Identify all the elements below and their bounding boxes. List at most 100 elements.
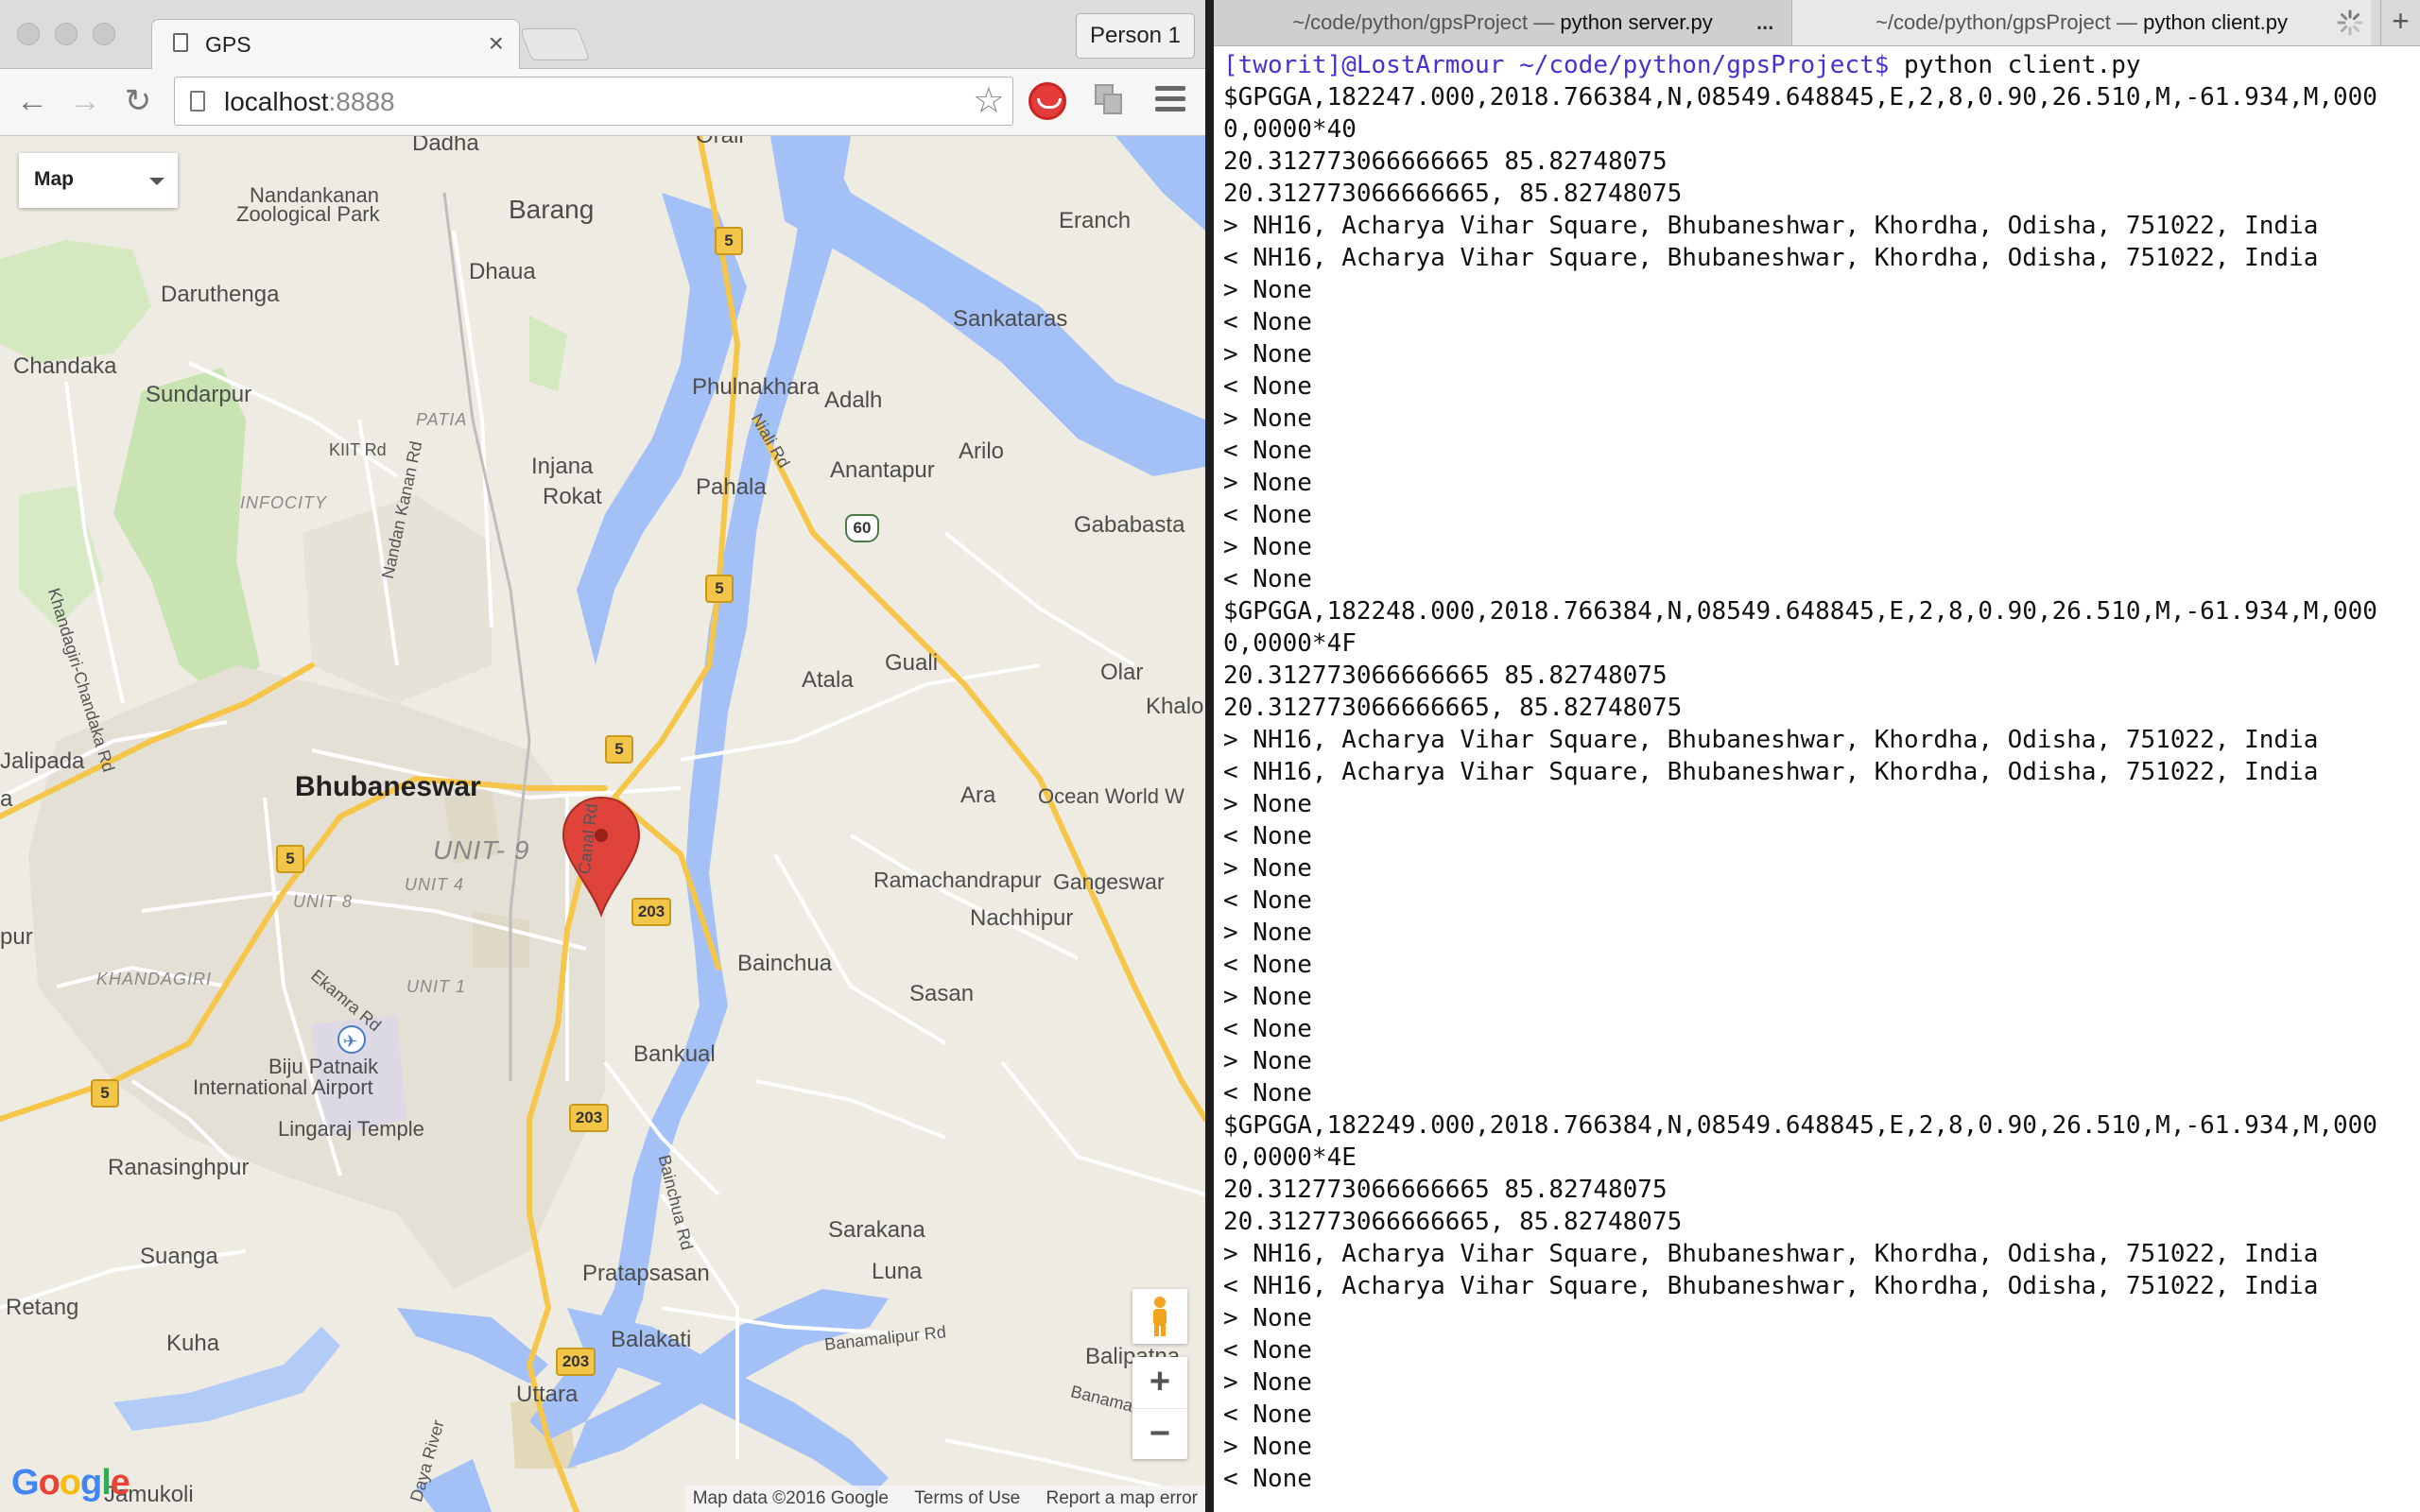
google-logo[interactable]: Google [11, 1463, 130, 1503]
terminal-line: $GPGGA,182249.000,2018.766384,N,08549.64… [1223, 1111, 2377, 1140]
new-tab-button[interactable] [519, 28, 591, 60]
terminal-line: 0,0000*4F [1223, 629, 1357, 658]
map-label-luna: Luna [872, 1259, 923, 1284]
terminal-output[interactable]: [tworit]@LostArmour ~/code/python/gpsPro… [1223, 49, 2407, 1495]
map-label-guali: Guali [885, 650, 939, 676]
terminal-line: < None [1223, 822, 1312, 850]
address-bar[interactable]: localhost:8888 ☆ [174, 77, 1013, 126]
terminal-line: > None [1223, 404, 1312, 433]
map-label-gangeswar: Gangeswar [1053, 869, 1165, 894]
map-label-atala: Atala [802, 667, 854, 693]
highway-shield-203: 203 [631, 898, 671, 926]
map-label-zoo: Zoological Park [236, 202, 380, 226]
extension-gray-icon[interactable] [1095, 84, 1123, 118]
terminal-line: < NH16, Acharya Vihar Square, Bhubaneshw… [1223, 758, 2319, 786]
terminal-line: < None [1223, 308, 1312, 336]
browser-tab-strip: GPS × Person 1 [0, 0, 1205, 69]
reload-button[interactable]: ↻ [119, 82, 157, 120]
terminal-line: < None [1223, 886, 1312, 915]
window-minimize-button[interactable] [55, 23, 78, 45]
google-map[interactable]: ✈ Dadha Nandankanan Zoological Park Bara… [0, 136, 1205, 1512]
map-label-unit8: UNIT 8 [293, 892, 354, 911]
map-label-pratapsasan: Pratapsasan [582, 1261, 710, 1286]
terminal-line: < None [1223, 1465, 1312, 1493]
forward-button[interactable]: → [66, 82, 104, 120]
map-label-ara: Ara [960, 782, 996, 808]
terminal-tab-server[interactable]: ~/code/python/gpsProject — python server… [1214, 0, 1792, 45]
terms-of-use-link[interactable]: Terms of Use [914, 1488, 1020, 1508]
map-label-lingaraj: Lingaraj Temple [278, 1117, 424, 1141]
terminal-line: < None [1223, 1079, 1312, 1108]
terminal-line: > None [1223, 790, 1312, 818]
dropdown-caret-icon [149, 178, 164, 185]
shell-prompt: [tworit]@LostArmour ~/code/python/gpsPro… [1223, 51, 1890, 79]
highway-shield-5: 5 [715, 227, 743, 255]
tab-close-icon[interactable]: × [489, 28, 504, 59]
map-label-bankual: Bankual [633, 1041, 716, 1067]
terminal-line: < None [1223, 501, 1312, 529]
map-label-jalipada: Jalipada [0, 748, 85, 774]
browser-window: GPS × Person 1 ← → ↻ localhost:8888 ☆ ✈ … [0, 0, 1205, 1512]
report-map-error-link[interactable]: Report a map error [1046, 1488, 1198, 1508]
map-label-dadha: Dadha [412, 136, 479, 156]
terminal-tab-client[interactable]: ~/code/python/gpsProject — python client… [1792, 0, 2371, 45]
browser-tab-gps[interactable]: GPS × [151, 19, 520, 69]
map-type-label: Map [34, 168, 74, 190]
map-label-daruthenga: Daruthenga [161, 282, 280, 307]
street-view-pegman-icon[interactable] [1132, 1289, 1187, 1344]
terminal-line: < None [1223, 372, 1312, 401]
terminal-line: < None [1223, 1015, 1312, 1043]
map-label-suanga: Suanga [140, 1244, 218, 1269]
map-label-unit9: UNIT- 9 [433, 835, 530, 865]
map-label-ramachandrapur: Ramachandrapur [873, 868, 1042, 892]
map-label-barang: Barang [509, 195, 595, 224]
map-label-khandagiri: KHANDAGIRI [96, 970, 213, 988]
terminal-line: < None [1223, 951, 1312, 979]
map-label-unit4: UNIT 4 [405, 875, 465, 894]
extension-red-icon[interactable] [1028, 82, 1066, 120]
terminal-line: > None [1223, 1368, 1312, 1397]
terminal-line: < NH16, Acharya Vihar Square, Bhubaneshw… [1223, 244, 2319, 272]
highway-shield-5: 5 [605, 735, 633, 764]
window-close-button[interactable] [17, 23, 40, 45]
window-zoom-button[interactable] [93, 23, 115, 45]
terminal-line: < NH16, Acharya Vihar Square, Bhubaneshw… [1223, 1272, 2319, 1300]
terminal-line: > None [1223, 340, 1312, 369]
map-label-pur: pur [0, 924, 33, 950]
map-label-arilo: Arilo [959, 438, 1005, 464]
shell-command: python client.py [1889, 51, 2141, 79]
map-label-chandaka: Chandaka [13, 353, 117, 379]
terminal-output-lines: $GPGGA,182247.000,2018.766384,N,08549.64… [1223, 83, 2377, 1493]
terminal-line: > NH16, Acharya Vihar Square, Bhubaneshw… [1223, 212, 2319, 240]
google-logo-letter: e [110, 1463, 130, 1503]
back-button[interactable]: ← [13, 82, 51, 120]
url-host: localhost [224, 87, 329, 116]
highway-shield-5: 5 [276, 845, 304, 873]
map-label-kuha: Kuha [166, 1331, 220, 1356]
chrome-menu-icon[interactable] [1155, 86, 1187, 114]
map-label-eranch: Eranch [1059, 208, 1132, 233]
terminal-line: 0,0000*40 [1223, 115, 1357, 144]
terminal-line: > None [1223, 276, 1312, 304]
terminal-line: $GPGGA,182247.000,2018.766384,N,08549.64… [1223, 83, 2377, 112]
page-info-icon[interactable] [190, 91, 205, 112]
map-label-dhaua: Dhaua [469, 259, 536, 284]
terminal-tab-command: python server.py [1560, 10, 1713, 34]
map-label-uttara: Uttara [516, 1382, 579, 1407]
new-terminal-tab-button[interactable]: + [2380, 0, 2420, 45]
url-text[interactable]: localhost:8888 [224, 87, 395, 117]
highway-shield-203: 203 [556, 1348, 596, 1376]
map-attribution: Map data ©2016 Google Terms of Use Repor… [684, 1486, 1205, 1512]
terminal-line: < None [1223, 565, 1312, 593]
zoom-in-button[interactable]: + [1132, 1357, 1187, 1408]
map-label-rokat: Rokat [543, 484, 602, 509]
bookmark-star-icon[interactable]: ☆ [973, 79, 1005, 122]
profile-button[interactable]: Person 1 [1076, 13, 1195, 59]
terminal-tab-overflow: ... [1756, 10, 1774, 34]
map-label-sarakana: Sarakana [828, 1217, 925, 1243]
zoom-out-button[interactable]: − [1132, 1408, 1187, 1459]
terminal-line: > None [1223, 919, 1312, 947]
map-label-phulnakhara: Phulnakhara [692, 374, 820, 400]
map-type-dropdown[interactable]: Map [19, 153, 178, 208]
terminal-line: 20.312773066666665 85.82748075 [1223, 147, 1668, 176]
